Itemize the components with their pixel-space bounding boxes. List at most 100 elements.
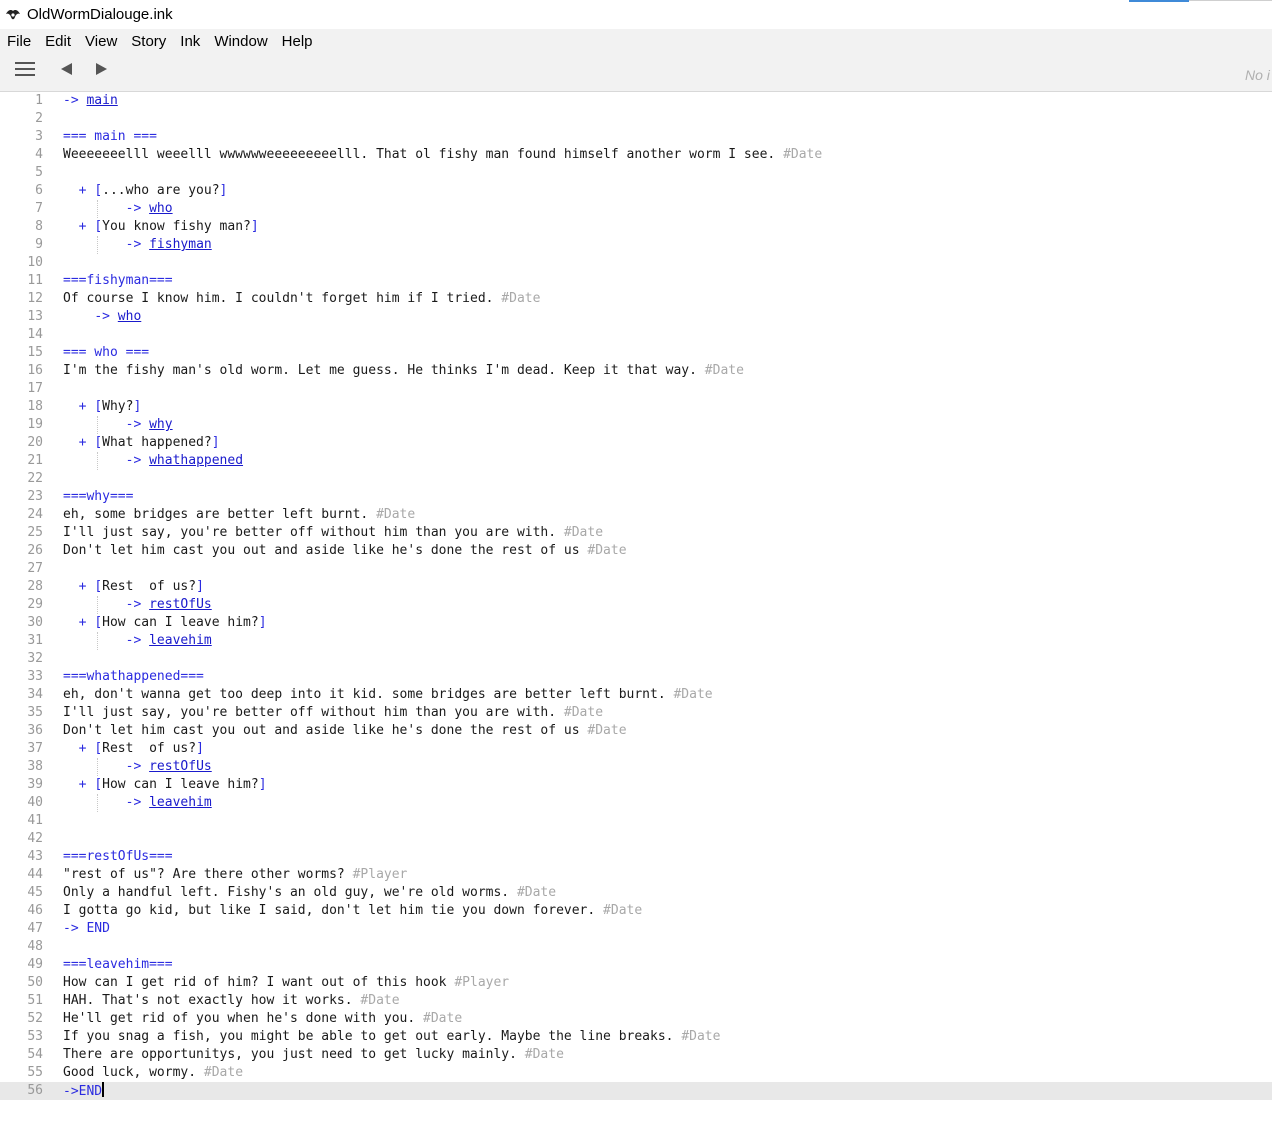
editor-line[interactable]: 35 I'll just say, you're better off witho…: [0, 704, 1272, 722]
editor-line[interactable]: 48: [0, 938, 1272, 956]
editor-line[interactable]: 24 eh, some bridges are better left burnt…: [0, 506, 1272, 524]
divert-target[interactable]: fishyman: [149, 237, 212, 252]
editor-line[interactable]: 14: [0, 326, 1272, 344]
editor-line[interactable]: 44 "rest of us"? Are there other worms? #…: [0, 866, 1272, 884]
editor-line[interactable]: 52 He'll get rid of you when he's done wi…: [0, 1010, 1272, 1028]
title-bar: OldWormDialouge.ink: [0, 0, 1272, 29]
divert-arrow: ->: [125, 795, 150, 810]
editor-line[interactable]: 43 ===restOfUs===: [0, 848, 1272, 866]
menu-window[interactable]: Window: [207, 29, 274, 55]
menu-file[interactable]: File: [0, 29, 38, 55]
editor-line[interactable]: 1 -> main: [0, 92, 1272, 110]
divert-target[interactable]: why: [149, 417, 172, 432]
editor-line[interactable]: 30 + [How can I leave him?]: [0, 614, 1272, 632]
divert-target[interactable]: whathappened: [149, 453, 243, 468]
editor-line[interactable]: 7 -> who: [0, 200, 1272, 218]
divert-arrow: ->: [125, 417, 150, 432]
forward-arrow-icon[interactable]: [96, 63, 107, 75]
divert-target[interactable]: who: [149, 201, 172, 216]
line-number: 56: [27, 1083, 43, 1098]
line-number: 51: [27, 993, 43, 1008]
editor-line[interactable]: 33 ===whathappened===: [0, 668, 1272, 686]
editor-line[interactable]: 11 ===fishyman===: [0, 272, 1272, 290]
editor-line[interactable]: 5: [0, 164, 1272, 182]
line-number: 35: [27, 705, 43, 720]
choice-marker: +: [78, 579, 95, 594]
editor-line[interactable]: 23 ===why===: [0, 488, 1272, 506]
editor-line[interactable]: 16 I'm the fishy man's old worm. Let me g…: [0, 362, 1272, 380]
editor-line[interactable]: 25 I'll just say, you're better off witho…: [0, 524, 1272, 542]
line-number: 6: [35, 183, 43, 198]
editor-line[interactable]: 4 Weeeeeeelll weeelll wwwwwweeeeeeeeelll.…: [0, 146, 1272, 164]
editor-line[interactable]: 47 -> END: [0, 920, 1272, 938]
editor-line[interactable]: 38 -> restOfUs: [0, 758, 1272, 776]
divert-target[interactable]: main: [86, 93, 117, 108]
editor-line[interactable]: 28 + [Rest of us?]: [0, 578, 1272, 596]
line-number: 5: [35, 165, 43, 180]
back-arrow-icon[interactable]: [61, 63, 72, 75]
divert-target[interactable]: restOfUs: [149, 759, 212, 774]
editor-line[interactable]: 53 If you snag a fish, you might be able …: [0, 1028, 1272, 1046]
editor-line[interactable]: 46 I gotta go kid, but like I said, don't…: [0, 902, 1272, 920]
code-editor[interactable]: 1 -> main 2 3 === main === 4 Weeeeeeelll weeel…: [0, 92, 1272, 1123]
code-text: HAH. That's not exactly how it works.: [63, 993, 361, 1008]
editor-line[interactable]: 50 How can I get rid of him? I want out o…: [0, 974, 1272, 992]
menu-help[interactable]: Help: [275, 29, 320, 55]
editor-line[interactable]: 13 -> who: [0, 308, 1272, 326]
line-code: There are opportunitys, you just need to…: [63, 1046, 564, 1064]
editor-line[interactable]: 6 + [...who are you?]: [0, 182, 1272, 200]
tag-text: #Date: [501, 291, 541, 306]
editor-line[interactable]: 45 Only a handful left. Fishy's an old gu…: [0, 884, 1272, 902]
line-number: 47: [27, 921, 43, 936]
divert-target[interactable]: leavehim: [149, 633, 212, 648]
editor-line[interactable]: 8 + [You know fishy man?]: [0, 218, 1272, 236]
editor-line[interactable]: 51 HAH. That's not exactly how it works. …: [0, 992, 1272, 1010]
editor-line[interactable]: 26 Don't let him cast you out and aside l…: [0, 542, 1272, 560]
menu-edit[interactable]: Edit: [38, 29, 78, 55]
editor-line[interactable]: 56 ->END: [0, 1082, 1272, 1100]
divert-target[interactable]: leavehim: [149, 795, 212, 810]
editor-line[interactable]: 37 + [Rest of us?]: [0, 740, 1272, 758]
choice-marker: +: [78, 183, 95, 198]
editor-line[interactable]: 18 + [Why?]: [0, 398, 1272, 416]
editor-line[interactable]: 3 === main ===: [0, 128, 1272, 146]
editor-line[interactable]: 42: [0, 830, 1272, 848]
editor-line[interactable]: 31 -> leavehim: [0, 632, 1272, 650]
hamburger-menu-icon[interactable]: [15, 62, 37, 78]
editor-line[interactable]: 41: [0, 812, 1272, 830]
menu-ink[interactable]: Ink: [173, 29, 207, 55]
editor-line[interactable]: 49 ===leavehim===: [0, 956, 1272, 974]
menu-view[interactable]: View: [78, 29, 124, 55]
tag-text: #Date: [563, 705, 604, 720]
editor-line[interactable]: 10: [0, 254, 1272, 272]
editor-line[interactable]: 21 -> whathappened: [0, 452, 1272, 470]
editor-line[interactable]: 36 Don't let him cast you out and aside l…: [0, 722, 1272, 740]
line-number: 54: [27, 1047, 43, 1062]
editor-line[interactable]: 17: [0, 380, 1272, 398]
editor-line[interactable]: 20 + [What happened?]: [0, 434, 1272, 452]
editor-line[interactable]: 22: [0, 470, 1272, 488]
choice-marker: +: [78, 777, 95, 792]
menu-story[interactable]: Story: [124, 29, 173, 55]
editor-line[interactable]: 15 === who ===: [0, 344, 1272, 362]
editor-line[interactable]: 40 -> leavehim: [0, 794, 1272, 812]
editor-line[interactable]: 2: [0, 110, 1272, 128]
editor-line[interactable]: 32: [0, 650, 1272, 668]
editor-line[interactable]: 27: [0, 560, 1272, 578]
divert-target[interactable]: restOfUs: [149, 597, 212, 612]
editor-line[interactable]: 19 -> why: [0, 416, 1272, 434]
divert-target[interactable]: who: [118, 309, 141, 324]
line-number: 11: [27, 273, 43, 288]
editor-line[interactable]: 34 eh, don't wanna get too deep into it k…: [0, 686, 1272, 704]
editor-line[interactable]: 29 -> restOfUs: [0, 596, 1272, 614]
editor-line[interactable]: 55 Good luck, wormy. #Date: [0, 1064, 1272, 1082]
editor-line[interactable]: 12 Of course I know him. I couldn't forge…: [0, 290, 1272, 308]
editor-line[interactable]: 54 There are opportunitys, you just need …: [0, 1046, 1272, 1064]
code-text: eh, some bridges are better left burnt.: [63, 507, 377, 522]
editor-line[interactable]: 9 -> fishyman: [0, 236, 1272, 254]
editor-line[interactable]: 39 + [How can I leave him?]: [0, 776, 1272, 794]
menu-bar: File Edit View Story Ink Window Help: [0, 29, 1272, 55]
line-code: Weeeeeeelll weeelll wwwwwweeeeeeeeelll. …: [63, 146, 822, 164]
